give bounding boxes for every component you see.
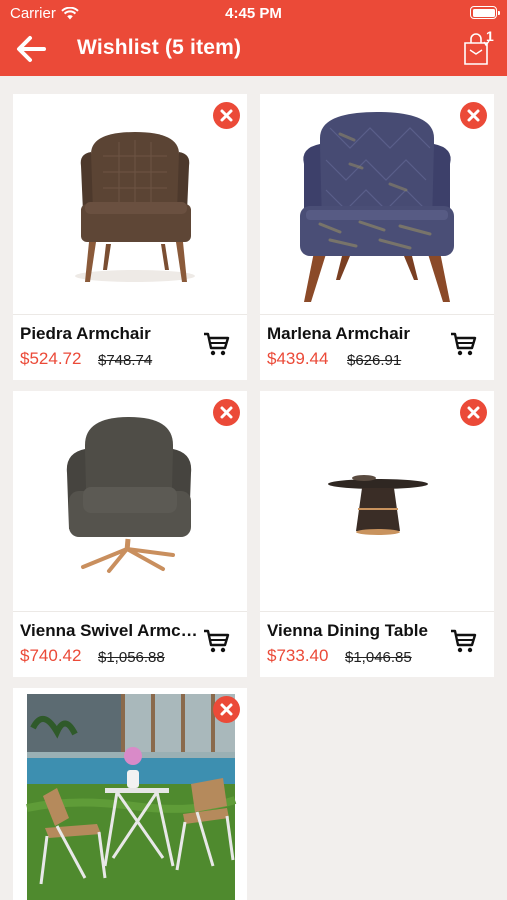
cart-icon [451, 629, 477, 653]
product-image[interactable] [260, 391, 494, 611]
divider [13, 611, 247, 612]
product-image[interactable] [260, 94, 494, 314]
wishlist-item[interactable]: Piedra Armchair $524.72 $748.74 [13, 94, 247, 380]
close-icon [220, 109, 233, 122]
status-time: 4:45 PM [225, 5, 282, 22]
remove-item-button[interactable] [213, 102, 240, 129]
product-image[interactable] [13, 391, 247, 611]
cart-icon [204, 332, 230, 356]
arrow-left-icon [17, 36, 46, 62]
armchair-image [75, 132, 195, 282]
divider [260, 314, 494, 315]
product-image[interactable] [13, 94, 247, 314]
product-price: $439.44 [267, 349, 329, 368]
divider [13, 314, 247, 315]
armchair-image [66, 417, 192, 573]
remove-item-button[interactable] [213, 399, 240, 426]
add-to-cart-button[interactable] [202, 330, 230, 358]
wishlist-item[interactable]: Marlena Armchair $439.44 $626.91 [260, 94, 494, 380]
table-image [328, 475, 428, 535]
product-price: $740.42 [20, 646, 82, 665]
armchair-image [300, 112, 454, 302]
product-image[interactable] [13, 688, 247, 900]
close-icon [220, 406, 233, 419]
original-price: $626.91 [347, 352, 402, 369]
close-icon [467, 406, 480, 419]
add-to-cart-button[interactable] [449, 330, 477, 358]
remove-item-button[interactable] [460, 399, 487, 426]
close-icon [220, 703, 233, 716]
cart-button[interactable]: 1 [461, 28, 497, 68]
add-to-cart-button[interactable] [202, 627, 230, 655]
app-header: Carrier 4:45 PM Wishlist (5 item) 1 [0, 0, 507, 76]
product-price: $733.40 [267, 646, 329, 665]
original-price: $748.74 [98, 352, 153, 369]
original-price: $1,056.88 [98, 649, 165, 666]
product-name[interactable]: Piedra Armchair [20, 324, 198, 344]
cart-count-badge: 1 [486, 28, 494, 44]
product-price: $524.72 [20, 349, 82, 368]
wishlist-item[interactable]: Vienna Swivel Armchair $740.42 $1,056.88 [13, 391, 247, 677]
wishlist-item[interactable] [13, 688, 247, 900]
original-price: $1,046.85 [345, 649, 412, 666]
remove-item-button[interactable] [460, 102, 487, 129]
remove-item-button[interactable] [213, 696, 240, 723]
status-bar: Carrier 4:45 PM [0, 0, 507, 28]
back-button[interactable] [14, 32, 50, 66]
add-to-cart-button[interactable] [449, 627, 477, 655]
product-name[interactable]: Marlena Armchair [267, 324, 445, 344]
page-title: Wishlist (5 item) [77, 36, 242, 59]
product-name[interactable]: Vienna Dining Table [267, 621, 445, 641]
product-name[interactable]: Vienna Swivel Armchair [20, 621, 198, 641]
cart-icon [204, 629, 230, 653]
cart-icon [451, 332, 477, 356]
wishlist-item[interactable]: Vienna Dining Table $733.40 $1,046.85 [260, 391, 494, 677]
divider [260, 611, 494, 612]
close-icon [467, 109, 480, 122]
battery-icon [470, 6, 500, 19]
patio-set-image [26, 694, 237, 900]
